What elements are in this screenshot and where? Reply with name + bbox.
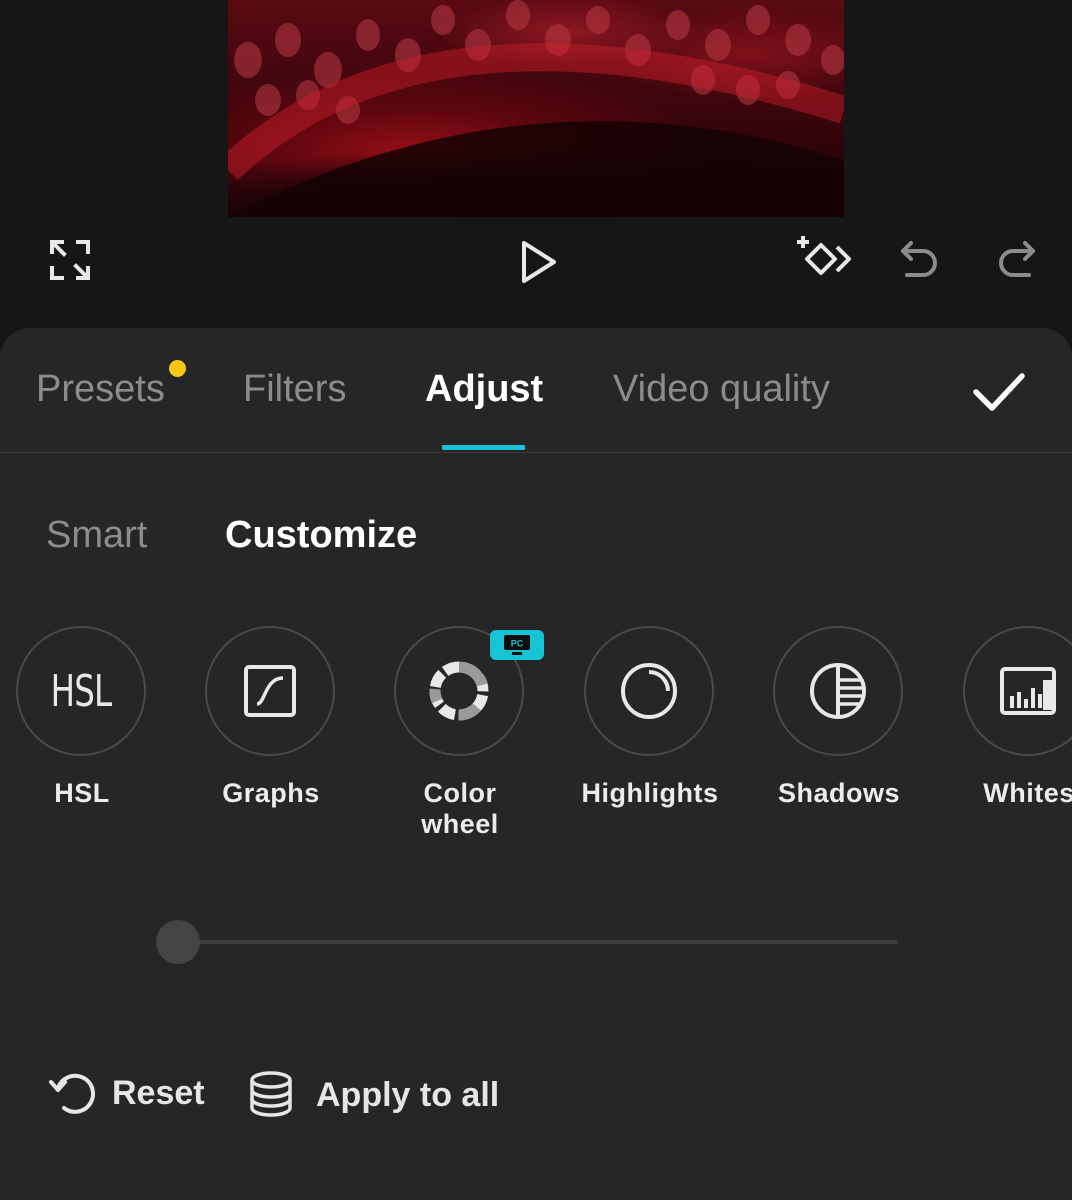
color-wheel-icon bbox=[429, 661, 489, 721]
stack-layers-icon bbox=[250, 1071, 292, 1117]
add-keyframe-button[interactable] bbox=[790, 230, 854, 288]
reset-label: Reset bbox=[112, 1073, 205, 1112]
adjust-panel: Presets Filters Adjust Video quality Sma… bbox=[0, 328, 1072, 1200]
play-button[interactable] bbox=[510, 234, 566, 290]
shadows-icon bbox=[810, 663, 866, 719]
shadows-button bbox=[773, 626, 903, 756]
fullscreen-icon bbox=[50, 240, 90, 280]
subtab-smart[interactable]: Smart bbox=[46, 512, 147, 558]
tab-filters[interactable]: Filters bbox=[243, 364, 346, 414]
tool-label: Shadows bbox=[777, 778, 901, 808]
slider-thumb[interactable] bbox=[156, 920, 200, 964]
checkmark-icon bbox=[973, 373, 1025, 411]
preview-area bbox=[0, 0, 1072, 330]
tool-label: Graphs bbox=[222, 778, 320, 808]
graphs-icon bbox=[244, 665, 296, 717]
pc-monitor-icon: PC bbox=[504, 635, 530, 655]
reset-button[interactable]: Reset bbox=[48, 1068, 205, 1118]
graphs-button bbox=[205, 626, 335, 756]
whites-button bbox=[963, 626, 1072, 756]
pc-badge: PC bbox=[490, 630, 544, 660]
adjust-tools-row: HSL HSL Graphs Color wheel Highlights Sh… bbox=[0, 626, 1072, 856]
undo-icon bbox=[901, 241, 937, 277]
apply-to-all-button[interactable]: Apply to all bbox=[248, 1070, 499, 1120]
intensity-slider[interactable] bbox=[156, 918, 898, 966]
svg-text:PC: PC bbox=[511, 639, 524, 649]
active-tab-indicator bbox=[442, 445, 525, 450]
video-frame-image bbox=[228, 0, 844, 217]
tab-adjust[interactable]: Adjust bbox=[425, 364, 543, 414]
highlights-icon bbox=[621, 663, 677, 719]
confirm-button[interactable] bbox=[964, 358, 1034, 422]
redo-button[interactable] bbox=[992, 232, 1042, 286]
apply-to-all-label: Apply to all bbox=[316, 1075, 500, 1114]
add-keyframe-icon bbox=[797, 236, 851, 275]
slider-track bbox=[176, 940, 898, 944]
subtab-customize[interactable]: Customize bbox=[225, 512, 417, 558]
play-icon bbox=[522, 241, 556, 283]
tab-presets[interactable]: Presets bbox=[36, 364, 165, 414]
undo-button[interactable] bbox=[894, 232, 944, 286]
whites-icon bbox=[1000, 667, 1056, 715]
new-indicator-dot bbox=[169, 360, 186, 377]
tool-label: Highlights bbox=[581, 778, 719, 808]
highlights-button bbox=[584, 626, 714, 756]
fullscreen-button[interactable] bbox=[44, 234, 96, 286]
tool-label: HSL bbox=[54, 778, 110, 808]
redo-icon bbox=[999, 241, 1035, 277]
tab-video-quality[interactable]: Video quality bbox=[613, 364, 830, 414]
hsl-icon: HSL bbox=[50, 665, 112, 717]
tool-label: Color wheel bbox=[421, 778, 499, 839]
reset-icon bbox=[49, 1073, 95, 1114]
tab-bar: Presets Filters Adjust Video quality bbox=[0, 328, 1072, 453]
tool-label: Whites bbox=[983, 778, 1072, 808]
video-preview[interactable] bbox=[228, 0, 844, 217]
hsl-button: HSL bbox=[16, 626, 146, 756]
